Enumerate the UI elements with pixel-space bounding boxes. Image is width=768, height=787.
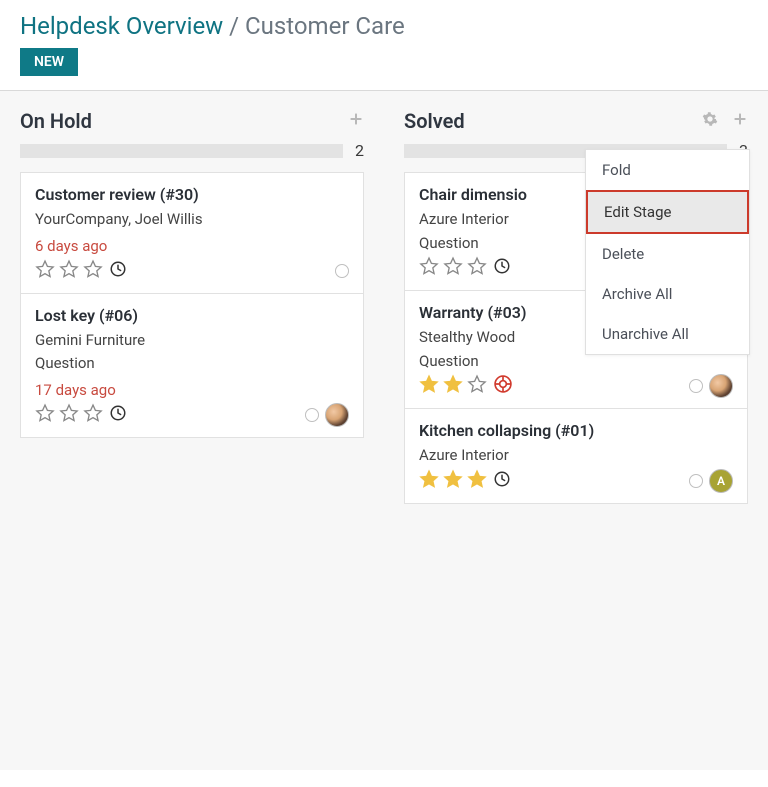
- add-card-icon[interactable]: [348, 111, 364, 131]
- star-icon[interactable]: [35, 259, 55, 283]
- star-icon[interactable]: [83, 403, 103, 427]
- breadcrumb-parent[interactable]: Helpdesk Overview: [20, 12, 223, 40]
- card-age: 17 days ago: [35, 381, 349, 399]
- kanban-card[interactable]: Customer review (#30) YourCompany, Joel …: [21, 173, 363, 294]
- kanban-card[interactable]: Lost key (#06) Gemini Furniture Question…: [21, 294, 363, 437]
- column-count: 2: [355, 141, 364, 160]
- star-icon[interactable]: [467, 374, 487, 398]
- status-dot[interactable]: [305, 408, 319, 422]
- card-line1: YourCompany, Joel Willis: [35, 208, 349, 231]
- clock-icon: [491, 470, 511, 492]
- card-line2: Question: [35, 352, 349, 375]
- avatar[interactable]: A: [709, 469, 733, 493]
- status-dot[interactable]: [689, 379, 703, 393]
- star-icon[interactable]: [419, 469, 439, 493]
- star-icon[interactable]: [443, 256, 463, 280]
- star-icon[interactable]: [59, 259, 79, 283]
- avatar[interactable]: [709, 374, 733, 398]
- clock-icon: [107, 260, 127, 282]
- dropdown-item[interactable]: Fold: [586, 150, 749, 190]
- card-age: 6 days ago: [35, 237, 349, 255]
- kanban-column: Solved 3 Chair dimensio Azure Interior Q…: [404, 109, 748, 752]
- clock-icon: [491, 257, 511, 279]
- column-title: On Hold: [20, 109, 92, 133]
- dropdown-item[interactable]: Unarchive All: [586, 314, 749, 354]
- lifebuoy-icon: [491, 374, 513, 398]
- status-dot[interactable]: [335, 264, 349, 278]
- new-button[interactable]: NEW: [20, 48, 78, 76]
- progress-bar: [20, 144, 343, 158]
- dropdown-item[interactable]: Edit Stage: [586, 190, 749, 234]
- kanban-column: On Hold 2 Customer review (#30) YourComp…: [20, 109, 364, 752]
- breadcrumb-current: Customer Care: [245, 12, 405, 40]
- star-icon[interactable]: [59, 403, 79, 427]
- card-title: Kitchen collapsing (#01): [419, 421, 733, 440]
- star-icon[interactable]: [443, 374, 463, 398]
- star-icon[interactable]: [35, 403, 55, 427]
- avatar[interactable]: [325, 403, 349, 427]
- column-title: Solved: [404, 109, 465, 133]
- clock-icon: [107, 404, 127, 426]
- star-icon[interactable]: [83, 259, 103, 283]
- star-icon[interactable]: [467, 256, 487, 280]
- breadcrumb: Helpdesk Overview / Customer Care: [20, 12, 748, 40]
- add-card-icon[interactable]: [732, 111, 748, 131]
- gear-icon[interactable]: [702, 111, 718, 131]
- card-title: Lost key (#06): [35, 306, 349, 325]
- card-title: Customer review (#30): [35, 185, 349, 204]
- card-line1: Gemini Furniture: [35, 329, 349, 352]
- dropdown-item[interactable]: Archive All: [586, 274, 749, 314]
- star-icon[interactable]: [419, 374, 439, 398]
- star-icon[interactable]: [419, 256, 439, 280]
- status-dot[interactable]: [689, 474, 703, 488]
- star-icon[interactable]: [443, 469, 463, 493]
- star-icon[interactable]: [467, 469, 487, 493]
- card-line1: Azure Interior: [419, 444, 733, 467]
- kanban-card[interactable]: Kitchen collapsing (#01) Azure Interior …: [405, 409, 747, 503]
- stage-dropdown: FoldEdit StageDeleteArchive AllUnarchive…: [585, 149, 750, 355]
- breadcrumb-sep: /: [229, 12, 239, 40]
- dropdown-item[interactable]: Delete: [586, 234, 749, 274]
